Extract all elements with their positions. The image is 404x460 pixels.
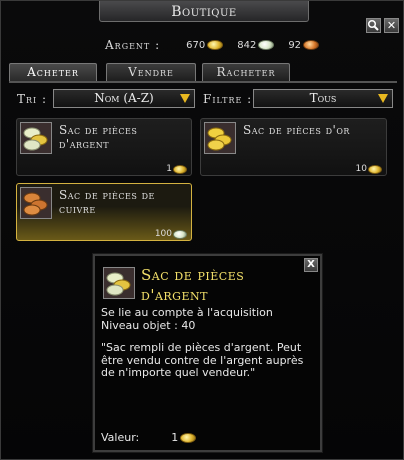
sort-row: Tri : Nom (A-Z) (17, 89, 195, 108)
copper-coin-icon (303, 40, 320, 50)
item-qty-value: 1 (166, 164, 172, 174)
tooltip-body: Se lie au compte à l'acquisition Niveau … (101, 306, 316, 390)
tooltip-title: Sac de pièces d'argent (141, 266, 245, 304)
coin-purse-icon (20, 122, 52, 154)
magnifier-glyph (367, 19, 379, 31)
sort-label: Tri : (17, 91, 48, 106)
title-bar[interactable]: Boutique (99, 1, 309, 22)
close-icon[interactable]: ✕ (384, 18, 399, 33)
tooltip-value: 1 (171, 431, 179, 444)
tab-bar: Acheter Vendre Racheter (9, 63, 397, 83)
gold-coin-icon (173, 164, 187, 174)
tooltip-description: "Sac rempli de pièces d'argent. Peut êtr… (101, 341, 304, 379)
tooltip-value-label: Valeur: (101, 431, 140, 444)
item-quantity: 100 (155, 229, 187, 239)
copper-amount: 92 (288, 39, 302, 51)
filter-value: Tous (309, 91, 337, 105)
item-name-line1: Sac de pièces d'or (243, 123, 350, 137)
purse-art (104, 268, 134, 298)
purse-art (205, 123, 235, 153)
list-item[interactable]: Sac de pièces d'argent 1 (16, 118, 192, 176)
tab-vendre[interactable]: Vendre (106, 63, 196, 81)
tooltip-bind-text: Se lie au compte à l'acquisition (101, 306, 273, 319)
item-name: Sac de pièces d'or (243, 123, 350, 137)
gold-coin-icon (368, 164, 382, 174)
list-item[interactable]: Sac de pièces d'or 10 (200, 118, 387, 176)
window-controls: ✕ (366, 18, 399, 33)
item-qty-value: 100 (154, 229, 172, 239)
chevron-down-icon (378, 94, 388, 103)
tooltip-value-row: Valeur: 1 (101, 431, 197, 444)
purse-art (21, 123, 51, 153)
sort-value: Nom (A-Z) (94, 91, 154, 105)
gold-coin-icon (180, 432, 197, 443)
gold-amount: 670 (186, 39, 206, 51)
item-name: Sac de pièces de cuivre (59, 188, 155, 216)
coin-purse-icon (20, 187, 52, 219)
item-tooltip: X Sac de pièces d'argent Se lie au compt… (92, 253, 323, 453)
gold-coin-icon (207, 40, 224, 50)
tab-acheter[interactable]: Acheter (9, 63, 97, 81)
window-title: Boutique (171, 4, 237, 20)
coin-purse-icon (103, 267, 135, 299)
list-item[interactable]: Sac de pièces de cuivre 100 (16, 183, 192, 241)
filter-row: Filtre : Tous (203, 89, 393, 108)
filter-label: Filtre : (203, 91, 253, 106)
magnifier-icon[interactable] (366, 18, 381, 33)
currency-bar: Argent : 670 842 92 (105, 37, 333, 53)
tab-racheter[interactable]: Racheter (202, 63, 290, 81)
currency-label: Argent : (105, 38, 161, 52)
sort-dropdown[interactable]: Nom (A-Z) (53, 89, 195, 108)
item-name-line2: d'argent (59, 137, 110, 151)
silver-amount: 842 (237, 39, 257, 51)
silver-coin-icon (173, 229, 187, 239)
item-qty-value: 10 (355, 164, 367, 174)
item-quantity: 1 (166, 164, 187, 174)
filter-dropdown[interactable]: Tous (253, 89, 393, 108)
chevron-down-icon (180, 94, 190, 103)
shop-window: Boutique ✕ Argent : 670 842 92 Acheter V… (0, 0, 404, 460)
item-quantity: 10 (356, 164, 382, 174)
item-name-line2: cuivre (59, 202, 96, 216)
item-name: Sac de pièces d'argent (59, 123, 137, 151)
purse-art (21, 188, 51, 218)
tooltip-level: Niveau objet : 40 (101, 318, 196, 332)
tab-divider (9, 81, 397, 83)
coin-purse-icon (204, 122, 236, 154)
item-name-line1: Sac de pièces de (59, 188, 155, 202)
silver-coin-icon (258, 40, 275, 50)
item-name-line1: Sac de pièces (59, 123, 138, 137)
